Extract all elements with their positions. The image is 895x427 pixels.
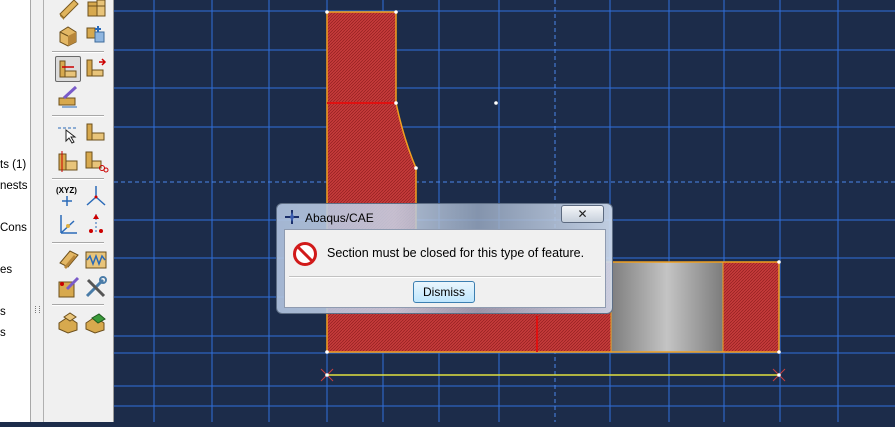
sweep-solid-icon[interactable] [56,22,82,48]
extrude-solid-icon[interactable] [56,0,82,20]
edit-feature-icon[interactable] [56,84,82,110]
tree-item[interactable]: s [0,327,6,339]
datum-axis-icon[interactable] [83,120,109,146]
module-toolbox: (XYZ) [44,0,114,422]
shell-icon[interactable] [83,22,109,48]
repair-face-icon[interactable] [56,247,82,273]
dialog-divider [289,276,601,278]
tree-item[interactable]: ts (1) [0,159,26,171]
svg-text:(XYZ): (XYZ) [56,186,77,195]
error-stop-icon [293,242,317,266]
close-button[interactable]: ✕ [561,205,604,223]
edit-datum-icon[interactable] [83,211,109,237]
csys-xyz-icon[interactable]: (XYZ) [53,183,79,209]
splitter-grip-icon [35,306,40,313]
dialog-title: Abaqus/CAE [305,211,374,225]
query-icon[interactable] [56,275,82,301]
panel-splitter[interactable] [31,0,44,422]
error-dialog: Abaqus/CAE ✕ Section must be closed for … [276,203,613,314]
datum-plane-icon[interactable] [56,211,82,237]
error-message: Section must be closed for this type of … [327,246,585,260]
split-cell-icon[interactable] [83,148,109,174]
partition-cell-icon[interactable] [83,56,109,82]
tree-item[interactable]: Cons [0,222,27,234]
dismiss-button[interactable]: Dismiss [413,281,475,303]
abaqus-logo-icon [285,210,299,224]
tree-item[interactable]: es [0,264,12,276]
grey-region [611,262,723,352]
tree-item[interactable]: nests [0,180,28,192]
wire-spring-icon[interactable] [83,247,109,273]
tools-icon[interactable] [83,275,109,301]
create-cut-icon[interactable] [56,148,82,174]
tree-item[interactable]: s [0,306,6,318]
part-replace-icon[interactable] [83,309,109,335]
part-instance-icon[interactable] [56,309,82,335]
triad-icon[interactable] [83,183,109,209]
dialog-body: Section must be closed for this type of … [284,229,606,308]
revolve-solid-icon[interactable] [83,0,109,20]
partition-face-icon[interactable] [55,56,81,82]
model-tree-panel: ts (1) nests Cons es s s [0,0,31,422]
datum-point-icon[interactable] [56,120,82,146]
